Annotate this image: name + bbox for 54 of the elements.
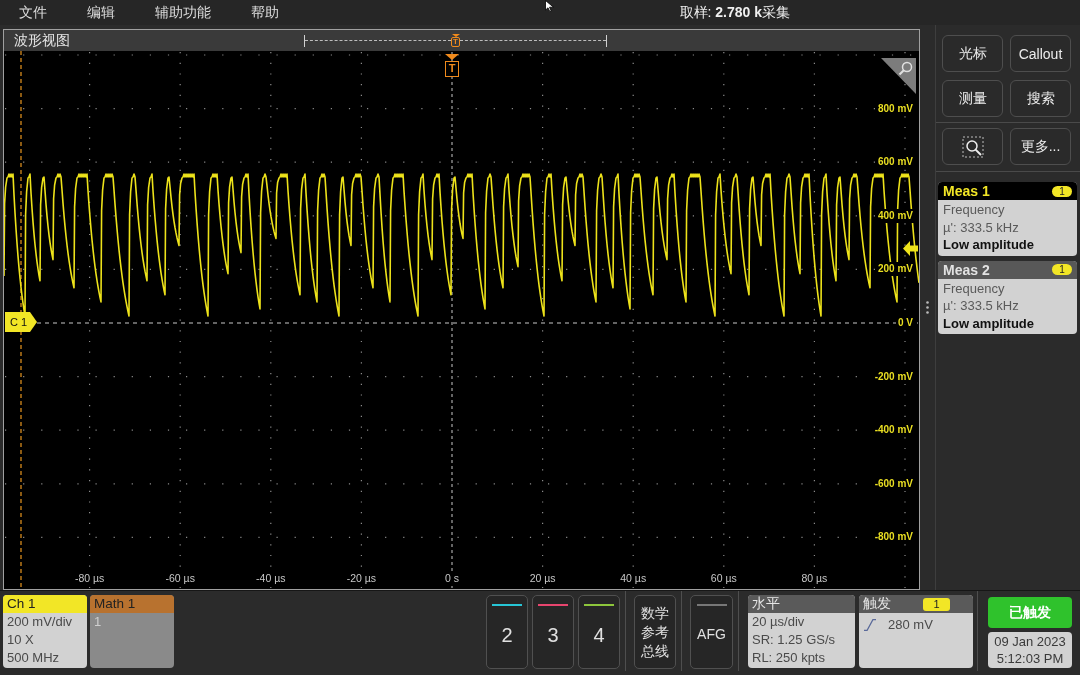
measurement-name: Frequency bbox=[943, 201, 1006, 219]
card-text: SR: 1.25 GS/s bbox=[751, 631, 837, 649]
measurement-title: Meas 2 bbox=[943, 261, 990, 278]
menu-item[interactable]: 文件 bbox=[19, 3, 47, 22]
card-title: 触发 bbox=[863, 595, 891, 613]
record-view-bar[interactable]: T bbox=[304, 34, 607, 47]
channel-card[interactable]: Math 1 1 bbox=[90, 595, 174, 668]
waveform-view-title: 波形视图 bbox=[14, 31, 70, 50]
panel-button[interactable]: 搜索 bbox=[1010, 80, 1071, 117]
measurement-card[interactable]: Meas 1 1 Frequency µ': 333.5 kHz Low amplitude bbox=[938, 182, 1077, 256]
date-time-box[interactable]: 09 Jan 2023 5:12:03 PM bbox=[988, 632, 1072, 668]
afg-button[interactable]: AFG bbox=[690, 595, 733, 669]
measurement-title: Meas 1 bbox=[943, 183, 990, 199]
menu-item[interactable]: 编辑 bbox=[87, 3, 115, 22]
card-title: 水平 bbox=[748, 595, 855, 613]
date-text: 09 Jan 2023 bbox=[994, 633, 1066, 650]
channel-card[interactable]: Ch 1 200 mV/div 10 X 500 MHz bbox=[3, 595, 87, 668]
panel-button[interactable]: 测量 bbox=[942, 80, 1003, 117]
panel-button[interactable]: 光标 bbox=[942, 35, 1003, 72]
card-title: Math 1 bbox=[90, 595, 174, 613]
math-ref-bus-button[interactable]: 数学 参考 总线 bbox=[634, 595, 676, 669]
channel-button[interactable]: 3 bbox=[532, 595, 574, 669]
card-text: 20 µs/div bbox=[751, 613, 806, 631]
rising-edge-icon bbox=[864, 619, 876, 631]
more-button[interactable]: 更多... bbox=[1010, 128, 1071, 165]
source-badge: 1 bbox=[1052, 185, 1072, 197]
menu-item[interactable]: 帮助 bbox=[251, 3, 279, 22]
measurement-warning: Low amplitude bbox=[943, 314, 1035, 332]
measurement-value: µ': 333.5 kHz bbox=[943, 297, 1020, 315]
channel-button[interactable]: 2 bbox=[486, 595, 528, 669]
card-text: 500 MHz bbox=[6, 649, 61, 667]
source-badge: 1 bbox=[923, 597, 950, 611]
measurement-name: Frequency bbox=[943, 279, 1006, 297]
drag-handle-icon[interactable] bbox=[926, 301, 929, 314]
card-text: RL: 250 kpts bbox=[751, 649, 826, 667]
magnifier-icon bbox=[961, 135, 984, 158]
card-title: Ch 1 bbox=[3, 595, 87, 613]
measurement-warning: Low amplitude bbox=[943, 236, 1035, 254]
card-text: 1 bbox=[93, 613, 103, 631]
source-badge: 1 bbox=[1052, 264, 1072, 275]
panel-button[interactable]: Callout bbox=[1010, 35, 1071, 72]
measurement-card[interactable]: Meas 2 1 Frequency µ': 333.5 kHz Low amplitude bbox=[938, 260, 1077, 334]
measurement-value: µ': 333.5 kHz bbox=[943, 218, 1020, 236]
trigger-card[interactable]: 触发 1 280 mV bbox=[859, 595, 973, 668]
zoom-button[interactable] bbox=[942, 128, 1003, 165]
horizontal-card[interactable]: 水平 20 µs/div SR: 1.25 GS/s RL: 250 kpts bbox=[748, 595, 855, 668]
time-text: 5:12:03 PM bbox=[996, 650, 1064, 667]
card-text: 200 mV/div bbox=[6, 613, 74, 631]
menu-item[interactable]: 辅助功能 bbox=[155, 3, 211, 22]
card-text: 280 mV bbox=[887, 616, 933, 634]
mouse-pointer-icon bbox=[545, 0, 554, 12]
channel-button[interactable]: 4 bbox=[578, 595, 620, 669]
acquisition-status: 取样: 2.780 k采集 bbox=[679, 3, 790, 22]
card-text: 10 X bbox=[6, 631, 35, 649]
